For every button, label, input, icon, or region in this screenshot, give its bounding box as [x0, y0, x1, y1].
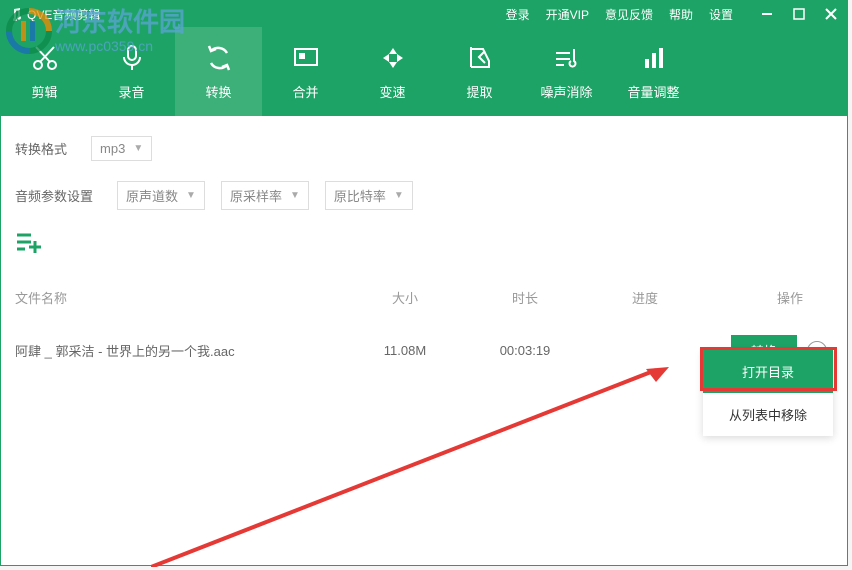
tab-noise[interactable]: 噪声消除 — [523, 27, 610, 116]
chevron-down-icon: ▼ — [290, 190, 300, 201]
channels-select[interactable]: 原声道数▼ — [117, 181, 205, 210]
help-link[interactable]: 帮助 — [669, 6, 693, 23]
tab-merge[interactable]: 合并 — [262, 27, 349, 116]
format-label: 转换格式 — [15, 139, 67, 158]
tab-label: 噪声消除 — [540, 82, 592, 101]
close-button[interactable] — [823, 6, 839, 22]
scissors-icon — [29, 42, 61, 74]
app-title: QVE音频剪辑 — [27, 6, 100, 23]
menu-remove-from-list[interactable]: 从列表中移除 — [703, 393, 833, 436]
annotation-arrow — [151, 367, 671, 567]
col-size-header: 大小 — [345, 288, 465, 307]
menu-open-directory[interactable]: 打开目录 — [703, 350, 833, 393]
col-name-header: 文件名称 — [15, 288, 345, 307]
tab-label: 音量调整 — [627, 82, 679, 101]
format-value: mp3 — [100, 141, 125, 156]
col-action-header: 操作 — [705, 288, 833, 307]
tab-extract[interactable]: 提取 — [436, 27, 523, 116]
chevron-down-icon: ▼ — [133, 143, 143, 154]
convert-icon — [203, 42, 235, 74]
tab-label: 变速 — [379, 82, 405, 101]
audio-param-label: 音频参数设置 — [15, 186, 93, 205]
tab-convert[interactable]: 转换 — [175, 27, 262, 116]
samplerate-select[interactable]: 原采样率▼ — [221, 181, 309, 210]
file-name: 阿肆 _ 郭采洁 - 世界上的另一个我.aac — [15, 341, 345, 360]
tab-volume[interactable]: 音量调整 — [610, 27, 697, 116]
bitrate-select[interactable]: 原比特率▼ — [325, 181, 413, 210]
add-file-icon[interactable] — [15, 230, 43, 254]
speed-icon — [377, 42, 409, 74]
tab-label: 转换 — [205, 82, 231, 101]
noise-icon — [551, 42, 583, 74]
tab-label: 合并 — [292, 82, 318, 101]
chevron-down-icon: ▼ — [394, 190, 404, 201]
login-link[interactable]: 登录 — [506, 6, 530, 23]
merge-icon — [290, 42, 322, 74]
vip-link[interactable]: 开通VIP — [546, 6, 589, 23]
chevron-down-icon: ▼ — [186, 190, 196, 201]
app-logo-icon — [9, 7, 23, 21]
volume-icon — [638, 42, 670, 74]
tab-label: 剪辑 — [31, 82, 57, 101]
tab-record[interactable]: 录音 — [88, 27, 175, 116]
tab-cut[interactable]: 剪辑 — [1, 27, 88, 116]
settings-link[interactable]: 设置 — [709, 6, 733, 23]
minimize-button[interactable] — [759, 6, 775, 22]
col-progress-header: 进度 — [585, 288, 705, 307]
file-size: 11.08M — [345, 343, 465, 358]
maximize-button[interactable] — [791, 6, 807, 22]
extract-icon — [464, 42, 496, 74]
tab-speed[interactable]: 变速 — [349, 27, 436, 116]
feedback-link[interactable]: 意见反馈 — [605, 6, 653, 23]
mic-icon — [116, 42, 148, 74]
file-duration: 00:03:19 — [465, 343, 585, 358]
format-select[interactable]: mp3 ▼ — [91, 136, 152, 161]
tab-label: 录音 — [118, 82, 144, 101]
col-duration-header: 时长 — [465, 288, 585, 307]
context-menu: 打开目录 从列表中移除 — [703, 350, 833, 436]
tab-label: 提取 — [466, 82, 492, 101]
